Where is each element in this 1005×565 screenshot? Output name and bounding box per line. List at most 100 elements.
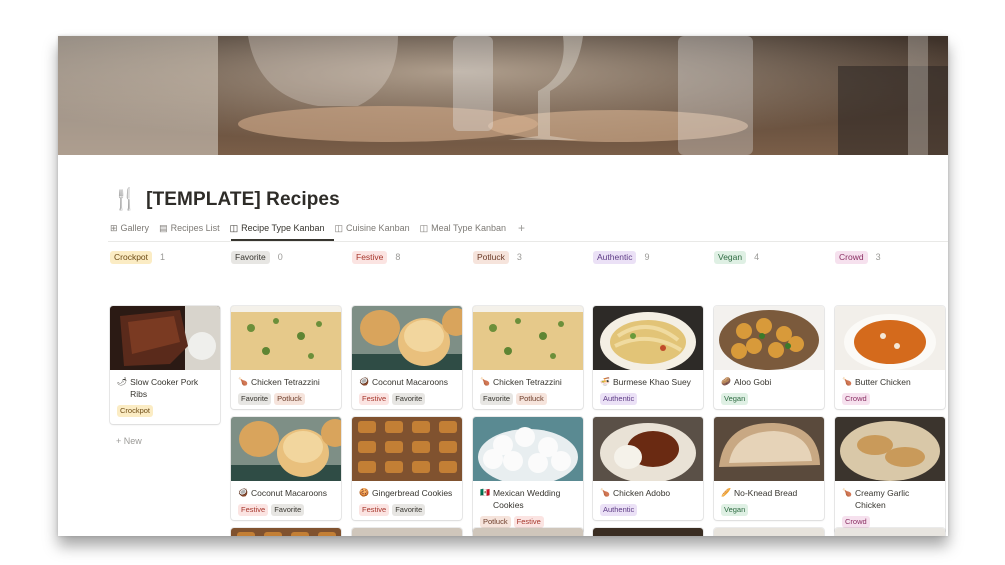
tag-festive: Festive [238, 504, 269, 516]
gallery-icon: ⊞ [110, 222, 118, 233]
column-group-tag: Authentic [593, 250, 637, 264]
recipe-title-text: Mexican Wedding Cookies [492, 488, 561, 510]
kanban-column-crockpot: Crockpot 1 🌶 Slow Cooker Pork Ribs Crockpot… [110, 250, 220, 536]
tab-meal-type-kanban[interactable]: ◫ Meal Type Kanban [420, 220, 506, 236]
kanban-column-vegan: Vegan 4 🥔 Aloo Gobi Vegan 🥖 No-Knead Bread Ve… [714, 250, 824, 536]
recipe-card[interactable] [714, 528, 824, 536]
tag-crockpot: Crockpot [117, 405, 154, 417]
recipe-card[interactable]: 🍗 Chicken Adobo Authentic [593, 417, 703, 520]
column-group-tag: Potluck [473, 250, 509, 264]
recipe-card[interactable]: 🍗 Chicken Tetrazzini Favorite Potluck [231, 306, 341, 409]
recipe-title: 🍗 Chicken Tetrazzini [480, 376, 577, 388]
recipe-tags: Crockpot [117, 405, 214, 417]
recipe-card[interactable] [473, 528, 583, 536]
recipe-card[interactable] [593, 528, 703, 536]
table-icon: ▤ [159, 222, 168, 233]
recipe-title: 🥔 Aloo Gobi [721, 376, 818, 388]
recipe-emoji-icon: 🍗 [238, 377, 248, 386]
add-view-button[interactable]: + [518, 221, 525, 235]
recipe-emoji-icon: 🥥 [359, 377, 369, 386]
column-count: 3 [516, 252, 522, 262]
recipe-cover-image [714, 528, 824, 536]
recipe-tags: Authentic [600, 504, 697, 516]
recipe-title-text: Coconut Macaroons [371, 377, 449, 387]
card-body: 🥥 Coconut Macaroons Festive Favorite [352, 370, 462, 409]
recipe-cover-image [352, 528, 462, 536]
recipe-card[interactable]: 🥖 No-Knead Bread Vegan [714, 417, 824, 520]
tab-label: Gallery [120, 223, 150, 233]
tabs-divider [108, 241, 948, 242]
recipe-title-text: Aloo Gobi [733, 377, 772, 387]
recipe-tags: Crowd [842, 516, 939, 528]
recipe-cover-image [593, 306, 703, 370]
recipe-tags: Festive Favorite [359, 393, 456, 405]
column-header[interactable]: Vegan 4 [714, 250, 824, 264]
column-header[interactable]: Favorite 0 [231, 250, 341, 264]
recipe-tags: Festive Favorite [359, 504, 456, 516]
tag-festive: Festive [513, 516, 544, 528]
card-body: 🥥 Coconut Macaroons Festive Favorite [231, 481, 341, 520]
recipe-tags: Authentic [600, 393, 697, 405]
recipe-emoji-icon: 🇲🇽 [480, 488, 490, 497]
recipe-card[interactable] [352, 528, 462, 536]
recipe-cover-image [714, 306, 824, 370]
card-body: 🥔 Aloo Gobi Vegan [714, 370, 824, 409]
recipe-cover-image [231, 417, 341, 481]
tab-cuisine-kanban[interactable]: ◫ Cuisine Kanban [335, 220, 410, 236]
recipe-card[interactable]: 🍗 Creamy Garlic Chicken Crowd [835, 417, 945, 533]
recipe-emoji-icon: 🌶 [117, 377, 128, 386]
tag-favorite: Favorite [392, 504, 426, 516]
new-card-button[interactable]: + New [116, 436, 142, 446]
recipe-title-text: Creamy Garlic Chicken [854, 488, 910, 510]
column-count: 1 [160, 252, 166, 262]
card-body: 🍗 Chicken Tetrazzini Favorite Potluck [231, 370, 341, 409]
column-header[interactable]: Crowd 3 [835, 250, 945, 264]
recipe-cover-image [473, 306, 583, 370]
recipe-tags: Vegan [721, 393, 818, 405]
recipe-card[interactable]: 🍗 Chicken Tetrazzini Favorite Potluck [473, 306, 583, 409]
recipe-card[interactable]: 🍗 Butter Chicken Crowd [835, 306, 945, 409]
recipe-cover-image [835, 306, 945, 370]
recipe-card[interactable] [835, 528, 945, 536]
tab-gallery[interactable]: ⊞ Gallery [110, 220, 149, 236]
recipe-cover-image [352, 306, 462, 370]
recipe-title: 🍗 Butter Chicken [842, 376, 939, 388]
tab-recipes-list[interactable]: ▤ Recipes List [159, 220, 220, 236]
page-title[interactable]: [TEMPLATE] Recipes [146, 189, 340, 211]
kanban-column-authentic: Authentic 9 🍜 Burmese Khao Suey Authentic 🍗… [593, 250, 703, 536]
recipe-card[interactable]: 🍜 Burmese Khao Suey Authentic [593, 306, 703, 409]
recipe-emoji-icon: 🍗 [842, 488, 852, 497]
column-header[interactable]: Potluck 3 [473, 250, 583, 264]
recipe-title: 🥥 Coconut Macaroons [359, 376, 456, 388]
recipe-card[interactable]: 🥥 Coconut Macaroons Festive Favorite [352, 306, 462, 409]
column-group-tag: Festive [352, 250, 388, 264]
column-group-tag: Vegan [714, 250, 747, 264]
kanban-column-festive: Festive 8 🥥 Coconut Macaroons Festive Favori… [352, 250, 462, 536]
recipe-card[interactable]: 🍪 Gingerbread Cookies Festive Favorite [352, 417, 462, 520]
card-body: 🥖 No-Knead Bread Vegan [714, 481, 824, 520]
tab-recipe-type-kanban[interactable]: ◫ Recipe Type Kanban [230, 220, 325, 236]
tag-favorite: Favorite [238, 393, 272, 405]
page-title-row: 🍴 [TEMPLATE] Recipes [112, 188, 340, 212]
tag-festive: Festive [359, 393, 390, 405]
recipe-title-text: Coconut Macaroons [250, 488, 328, 498]
tab-label: Cuisine Kanban [346, 223, 410, 233]
recipe-card[interactable]: 🥥 Coconut Macaroons Festive Favorite [231, 417, 341, 520]
recipe-emoji-icon: 🍗 [842, 377, 852, 386]
recipe-cover-image [473, 417, 583, 481]
board-icon: ◫ [229, 222, 239, 233]
column-header[interactable]: Festive 8 [352, 250, 462, 264]
card-body: 🍪 Gingerbread Cookies Festive Favorite [352, 481, 462, 520]
cover-image[interactable] [58, 36, 948, 155]
recipe-cover-image [352, 417, 462, 481]
column-count: 9 [644, 252, 650, 262]
recipe-title: 🌶 Slow Cooker Pork Ribs [117, 376, 214, 400]
recipe-card[interactable]: 🌶 Slow Cooker Pork Ribs Crockpot [110, 306, 220, 424]
recipe-card[interactable] [231, 528, 341, 536]
column-header[interactable]: Crockpot 1 [110, 250, 220, 264]
recipe-card[interactable]: 🥔 Aloo Gobi Vegan [714, 306, 824, 409]
recipe-cover-image [835, 417, 945, 481]
column-header[interactable]: Authentic 9 [593, 250, 703, 264]
recipe-card[interactable]: 🇲🇽Mexican Wedding CookiesPotluckFestiveA… [473, 417, 583, 533]
recipe-emoji-icon: 🍗 [600, 488, 610, 497]
